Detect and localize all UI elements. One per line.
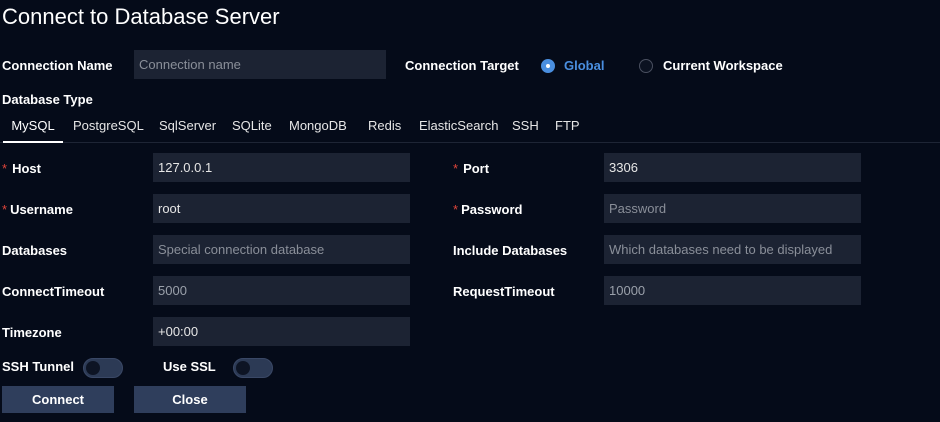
tab-mysql[interactable]: MySQL (3, 114, 63, 143)
connection-target-label: Connection Target (405, 58, 519, 73)
tab-mongodb[interactable]: MongoDB (289, 114, 347, 143)
connection-name-label: Connection Name (2, 58, 113, 73)
ssh-tunnel-label: SSH Tunnel (2, 359, 74, 374)
radio-unchecked-icon (639, 59, 653, 73)
host-input[interactable] (153, 153, 410, 182)
radio-current-workspace[interactable] (639, 59, 653, 73)
tab-sqlite[interactable]: SQLite (232, 114, 272, 143)
required-mark: * (2, 161, 8, 176)
username-input[interactable] (153, 194, 410, 223)
port-input[interactable] (604, 153, 861, 182)
timezone-label: Timezone (2, 325, 62, 340)
required-mark: * (2, 202, 8, 217)
password-label: * Password (453, 202, 523, 217)
port-label: * Port (453, 161, 490, 176)
database-type-label: Database Type (2, 92, 93, 107)
username-label: * Username (2, 202, 73, 217)
connect-timeout-input[interactable] (153, 276, 410, 305)
tab-elasticsearch[interactable]: ElasticSearch (419, 114, 498, 143)
ssh-tunnel-toggle[interactable] (83, 358, 123, 378)
toggle-knob (86, 361, 100, 375)
request-timeout-input[interactable] (604, 276, 861, 305)
database-type-tabs: MySQL PostgreSQL SqlServer SQLite MongoD… (0, 114, 940, 143)
tab-redis[interactable]: Redis (368, 114, 401, 143)
required-mark: * (453, 161, 459, 176)
request-timeout-label: RequestTimeout (453, 284, 555, 299)
radio-current-workspace-label[interactable]: Current Workspace (663, 58, 783, 73)
tab-postgresql[interactable]: PostgreSQL (73, 114, 144, 143)
include-databases-label: Include Databases (453, 243, 568, 258)
databases-input[interactable] (153, 235, 410, 264)
radio-global[interactable] (541, 59, 555, 73)
host-label: * Host (2, 161, 41, 176)
tab-ftp[interactable]: FTP (555, 114, 580, 143)
timezone-input[interactable] (153, 317, 410, 346)
password-input[interactable] (604, 194, 861, 223)
tab-sqlserver[interactable]: SqlServer (159, 114, 216, 143)
connect-timeout-label: ConnectTimeout (2, 284, 105, 299)
required-mark: * (453, 202, 459, 217)
tab-ssh[interactable]: SSH (512, 114, 539, 143)
close-button[interactable]: Close (134, 386, 246, 413)
use-ssl-label: Use SSL (163, 359, 216, 374)
radio-global-label[interactable]: Global (564, 58, 604, 73)
dialog-title: Connect to Database Server (2, 4, 280, 29)
databases-label: Databases (2, 243, 68, 258)
toggle-knob (236, 361, 250, 375)
include-databases-input[interactable] (604, 235, 861, 264)
connect-button[interactable]: Connect (2, 386, 114, 413)
connection-name-input[interactable] (134, 50, 386, 79)
use-ssl-toggle[interactable] (233, 358, 273, 378)
radio-checked-icon (541, 59, 555, 73)
